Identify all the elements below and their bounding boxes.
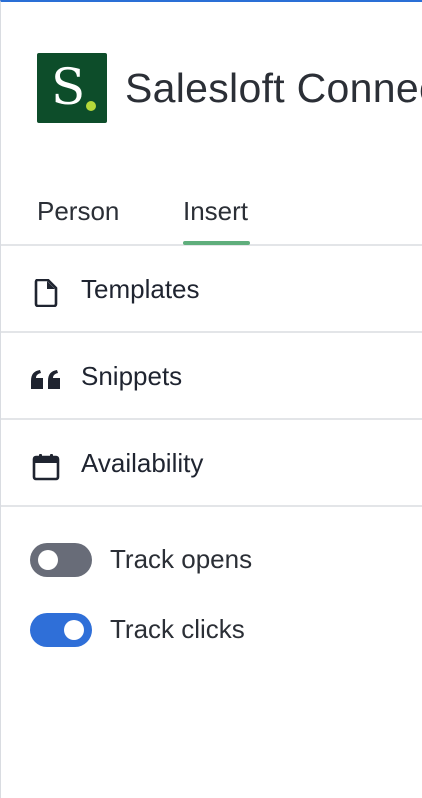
file-icon [30, 277, 62, 309]
track-opens-switch[interactable] [30, 543, 92, 577]
app-header: S Salesloft Connect [37, 53, 422, 123]
switch-knob [64, 620, 84, 640]
menu-label-templates: Templates [81, 274, 200, 304]
menu-label-snippets: Snippets [81, 361, 183, 391]
menu-item-availability[interactable]: Availability [1, 420, 422, 507]
track-opens-label: Track opens [110, 544, 253, 574]
menu-label-availability: Availability [81, 448, 204, 478]
active-tab-indicator [183, 241, 251, 245]
menu-item-snippets[interactable]: Snippets [1, 333, 422, 420]
switch-knob [38, 550, 58, 570]
logo-dot [86, 101, 96, 111]
extension-panel: S Salesloft Connect Person Insert Templa… [0, 0, 422, 798]
logo-letter: S [51, 58, 86, 116]
track-clicks-switch[interactable] [30, 613, 92, 647]
menu-item-templates[interactable]: Templates [1, 246, 422, 333]
salesloft-logo: S [37, 53, 107, 123]
tab-insert-label: Insert [183, 196, 249, 226]
tab-person-label: Person [37, 196, 120, 226]
tab-person[interactable]: Person [37, 194, 119, 244]
tab-insert[interactable]: Insert [183, 194, 251, 245]
quote-icon [30, 364, 62, 396]
calendar-icon [30, 451, 62, 483]
app-title: Salesloft Connect [125, 64, 422, 111]
tab-bar: Person Insert [1, 194, 422, 246]
track-clicks-label: Track clicks [110, 614, 245, 644]
